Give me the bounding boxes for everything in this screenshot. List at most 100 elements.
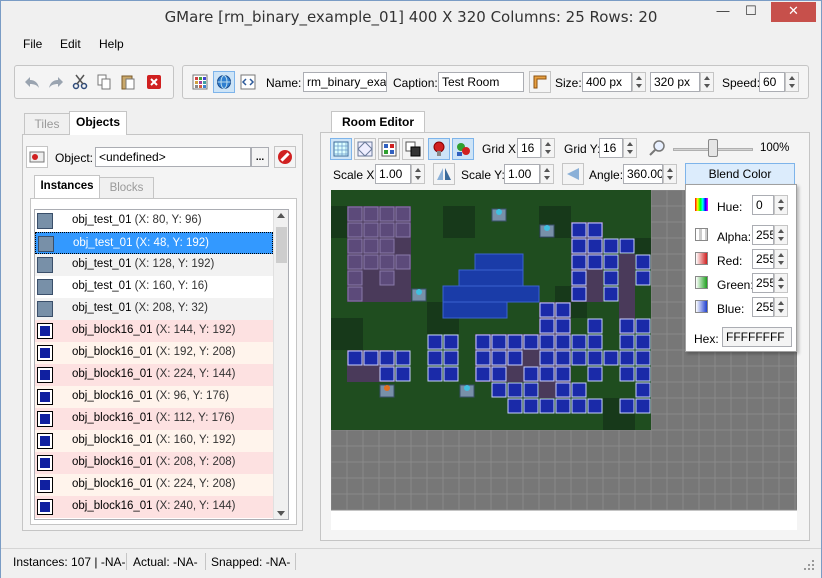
cut-button[interactable] [69,71,91,93]
grid-y-spinner[interactable] [623,138,637,158]
room-speed-spinner[interactable] [785,72,799,92]
grid-x-input[interactable]: 16 [517,138,541,158]
list-item[interactable]: obj_test_01 (X: 48, Y: 192) [35,232,273,254]
room-name-input[interactable]: rm_binary_examp [303,72,387,92]
status-divider [295,553,296,570]
alpha-spinner[interactable] [774,225,788,245]
angle-input[interactable]: 360.00 [623,164,663,184]
scale-y-input[interactable]: 1.00 [504,164,540,184]
tab-instances[interactable]: Instances [34,175,100,199]
room-toolbar: Name: rm_binary_examp Caption: Test Room… [182,65,809,99]
rock-block [363,222,379,238]
tiles-palette-button[interactable] [189,71,211,93]
maximize-button[interactable]: ☐ [737,2,765,22]
room-speed-input[interactable]: 60 [759,72,785,92]
scroll-up-icon[interactable] [277,213,285,218]
grid-x-spinner[interactable] [541,138,555,158]
isometric-grid-button[interactable] [354,138,376,160]
green-label: Green: [717,278,754,292]
minimize-button[interactable]: — [709,2,737,22]
browse-object-button[interactable]: ... [251,147,269,167]
list-item[interactable]: obj_block16_01 (X: 224, Y: 144) [35,364,273,386]
water-tile [442,301,508,319]
list-item[interactable]: obj_test_01 (X: 80, Y: 96) [35,210,273,232]
list-item-label: obj_block16_01 (X: 144, Y: 192) [72,324,235,336]
blue-block [539,318,555,334]
zoom-slider-thumb[interactable] [708,139,718,157]
blend-color-button[interactable]: Blend Color [685,163,795,185]
alpha-icon [695,228,708,241]
red-input[interactable]: 255 [752,249,774,269]
snap-mode-button[interactable] [452,138,474,160]
angle-spinner[interactable] [663,164,677,184]
object-input[interactable]: <undefined> [95,147,251,167]
select-object-button[interactable] [26,146,48,168]
scale-x-input[interactable]: 1.00 [375,164,411,184]
redo-button[interactable] [45,71,67,93]
tab-blocks[interactable]: Blocks [99,177,154,199]
blue-spinner[interactable] [774,297,788,317]
list-item[interactable]: obj_block16_01 (X: 160, Y: 192) [35,430,273,452]
clear-object-button[interactable] [274,146,296,168]
blue-block [603,286,619,302]
green-input[interactable]: 255 [752,273,774,293]
blue-input[interactable]: 255 [752,297,774,317]
show-objects-button[interactable] [402,138,424,160]
blue-block [587,254,603,270]
scale-y-spinner[interactable] [540,164,554,184]
copy-button[interactable] [93,71,115,93]
instances-scrollbar[interactable] [273,210,288,519]
size-options-button[interactable] [529,71,551,93]
list-item[interactable]: obj_test_01 (X: 160, Y: 16) [35,276,273,298]
paste-button[interactable] [117,71,139,93]
caption-label: Caption: [393,76,438,90]
alpha-input[interactable]: 255 [752,225,774,245]
list-item[interactable]: obj_block16_01 (X: 144, Y: 192) [35,320,273,342]
grid-y-input[interactable]: 16 [599,138,623,158]
caption-input[interactable]: Test Room [438,72,524,92]
scale-x-spinner[interactable] [411,164,425,184]
blue-block [539,350,555,366]
red-spinner[interactable] [774,249,788,269]
green-spinner[interactable] [774,273,788,293]
list-item[interactable]: obj_block16_01 (X: 96, Y: 176) [35,386,273,408]
menu-file[interactable]: File [23,37,42,51]
list-item[interactable]: obj_test_01 (X: 128, Y: 192) [35,254,273,276]
instance-coords: (X: 224, Y: 208) [155,478,236,490]
instances-list[interactable]: obj_test_01 (X: 80, Y: 96) obj_test_01 (X… [34,209,289,520]
flip-x-button[interactable] [433,163,455,185]
grid-x-label: Grid X: [482,142,520,156]
list-item[interactable]: obj_block16_01 (X: 208, Y: 208) [35,452,273,474]
blue-block [507,350,523,366]
list-item[interactable]: obj_block16_01 (X: 192, Y: 208) [35,342,273,364]
creation-code-button[interactable] [237,71,259,93]
instance-mode-button[interactable] [428,138,450,160]
show-tiles-button[interactable] [378,138,400,160]
hue-input[interactable]: 0 [752,195,774,215]
background-color-button[interactable] [213,71,235,93]
delete-button[interactable] [143,71,165,93]
blue-block [539,302,555,318]
scroll-thumb[interactable] [276,227,287,263]
room-width-spinner[interactable] [632,72,646,92]
menu-help[interactable]: Help [99,37,124,51]
list-item[interactable]: obj_block16_01 (X: 112, Y: 176) [35,408,273,430]
test-object-marker [464,385,470,391]
room-height-spinner[interactable] [700,72,714,92]
scroll-down-icon[interactable] [277,511,285,516]
room-width-input[interactable]: 400 px [582,72,632,92]
close-button[interactable]: ✕ [771,2,816,22]
flip-y-button[interactable] [562,163,584,185]
list-item[interactable]: obj_block16_01 (X: 240, Y: 144) [35,496,273,518]
menu-edit[interactable]: Edit [60,37,81,51]
resize-grip-icon[interactable] [803,559,815,571]
list-item[interactable]: obj_block16_01 (X: 224, Y: 208) [35,474,273,496]
undo-button[interactable] [21,71,43,93]
hex-input[interactable]: FFFFFFFF [722,327,792,347]
tab-tiles[interactable]: Tiles [24,113,70,135]
room-height-input[interactable]: 320 px [650,72,700,92]
tab-objects[interactable]: Objects [69,111,127,135]
show-grid-button[interactable] [330,138,352,160]
hue-spinner[interactable] [774,195,788,215]
list-item[interactable]: obj_test_01 (X: 208, Y: 32) [35,298,273,320]
